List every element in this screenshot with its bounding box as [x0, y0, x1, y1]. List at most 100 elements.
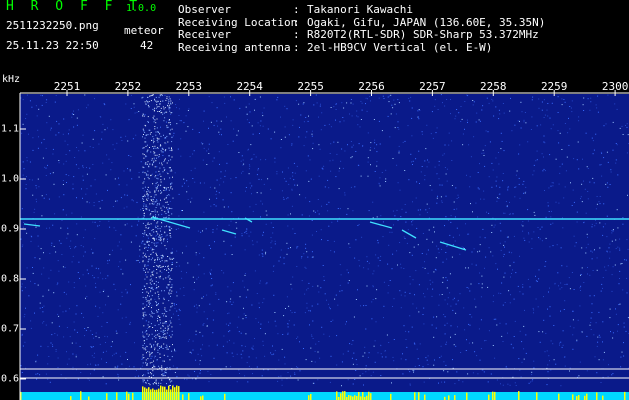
- noise-dot: [521, 341, 523, 343]
- noise-dot: [179, 310, 181, 312]
- noise-dot: [627, 248, 629, 250]
- noise-dot: [38, 108, 40, 110]
- noise-dot: [578, 120, 580, 122]
- noise-dot: [29, 100, 31, 102]
- noise-dot: [274, 312, 276, 313]
- band-dot: [159, 277, 161, 279]
- noise-dot: [454, 383, 456, 385]
- band-dot: [146, 100, 148, 102]
- noise-dot: [121, 363, 123, 365]
- noise-dot: [185, 130, 187, 132]
- noise-dot: [422, 366, 424, 368]
- noise-dot: [357, 164, 359, 166]
- band-dot: [143, 316, 145, 318]
- band-dot: [162, 360, 164, 362]
- noise-dot: [503, 244, 505, 246]
- noise-dot: [611, 374, 613, 376]
- noise-dot: [317, 379, 319, 381]
- noise-dot: [125, 289, 127, 291]
- band-dot: [164, 321, 166, 323]
- band-dot: [146, 291, 148, 293]
- noise-dot: [116, 142, 118, 144]
- noise-dot: [71, 113, 73, 115]
- activity-bar: [146, 388, 148, 400]
- noise-dot: [611, 230, 613, 232]
- y-axis-unit: kHz: [2, 74, 21, 85]
- noise-dot: [260, 323, 262, 325]
- noise-dot: [147, 206, 149, 208]
- noise-dot: [402, 353, 403, 355]
- noise-dot: [212, 231, 214, 233]
- noise-dot: [292, 119, 294, 121]
- noise-dot: [82, 165, 84, 167]
- noise-dot: [228, 224, 230, 226]
- band-dot: [160, 236, 162, 238]
- band-dot: [170, 187, 172, 189]
- noise-dot: [330, 143, 332, 145]
- noise-dot: [75, 246, 77, 248]
- noise-dot: [37, 245, 39, 247]
- noise-dot: [35, 361, 37, 363]
- noise-dot: [427, 288, 429, 290]
- noise-dot: [214, 187, 216, 189]
- noise-dot: [581, 183, 583, 185]
- band-dot: [166, 287, 168, 289]
- noise-dot: [212, 160, 214, 162]
- noise-dot: [358, 224, 360, 225]
- noise-dot: [370, 100, 371, 102]
- noise-dot: [409, 276, 411, 278]
- noise-dot: [135, 134, 137, 136]
- noise-dot: [527, 278, 529, 280]
- noise-dot: [182, 252, 183, 254]
- noise-dot: [121, 291, 123, 293]
- noise-dot: [252, 244, 254, 246]
- noise-dot: [594, 356, 596, 358]
- noise-dot: [337, 208, 339, 209]
- noise-dot: [442, 154, 444, 156]
- band-dot: [144, 178, 146, 180]
- band-dot: [171, 188, 173, 190]
- band-dot: [144, 286, 146, 287]
- band-dot: [160, 347, 162, 348]
- noise-dot: [180, 270, 182, 272]
- noise-dot: [418, 284, 420, 286]
- noise-dot: [466, 94, 468, 96]
- noise-dot: [307, 155, 309, 157]
- band-dot: [153, 138, 155, 140]
- noise-dot: [341, 148, 343, 150]
- noise-dot: [424, 179, 426, 181]
- noise-dot: [400, 294, 402, 296]
- noise-dot: [215, 292, 217, 294]
- band-dot: [166, 269, 168, 271]
- noise-dot: [527, 220, 529, 222]
- noise-dot: [120, 268, 122, 270]
- noise-dot: [21, 132, 23, 134]
- band-dot: [151, 230, 153, 232]
- noise-dot: [26, 157, 28, 159]
- noise-dot: [609, 184, 611, 185]
- noise-dot: [294, 373, 296, 375]
- noise-dot: [564, 284, 566, 285]
- band-dot: [147, 324, 149, 326]
- noise-dot: [63, 194, 65, 196]
- noise-dot: [70, 248, 71, 249]
- noise-dot: [65, 214, 67, 216]
- noise-dot: [607, 161, 609, 163]
- noise-dot: [168, 167, 170, 169]
- band-dot: [152, 136, 154, 138]
- noise-dot: [323, 279, 325, 281]
- noise-dot: [41, 104, 43, 106]
- noise-dot: [251, 193, 252, 195]
- noise-dot: [363, 267, 365, 269]
- noise-dot: [452, 359, 453, 361]
- band-dot: [163, 134, 164, 136]
- noise-dot: [465, 223, 466, 225]
- noise-dot: [262, 302, 264, 304]
- band-dot: [148, 106, 150, 108]
- noise-dot: [495, 157, 497, 159]
- band-dot: [163, 161, 165, 163]
- band-dot: [147, 271, 149, 273]
- band-dot: [155, 380, 157, 382]
- band-dot: [147, 161, 149, 163]
- noise-dot: [44, 166, 45, 168]
